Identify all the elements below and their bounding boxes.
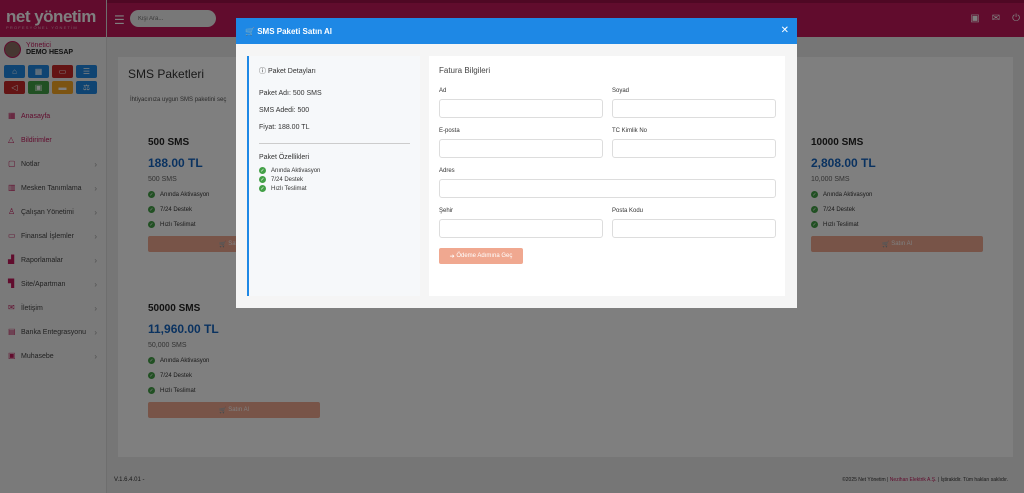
purchase-modal: 🛒 SMS Paketi Satın Al ✕ ⓘ Paket Detaylar… <box>236 18 797 308</box>
check-icon: ✓ <box>259 176 266 183</box>
billing-title: Fatura Bilgileri <box>439 66 491 75</box>
check-icon: ✓ <box>259 185 266 192</box>
first-name-field[interactable] <box>439 99 603 118</box>
modal-header: 🛒 SMS Paketi Satın Al <box>236 18 797 44</box>
detail-price: Fiyat: 188.00 TL <box>259 124 310 131</box>
close-icon[interactable]: ✕ <box>781 25 789 36</box>
tc-no-label: TC Kimlik No <box>612 128 648 134</box>
detail-package-name: Paket Adı: 500 SMS <box>259 90 322 97</box>
tc-no-field[interactable] <box>612 139 776 158</box>
divider <box>259 143 410 144</box>
city-label: Şehir <box>439 208 454 214</box>
proceed-payment-button[interactable]: ➔ Ödeme Adımına Geç <box>439 248 523 264</box>
modal-body: ⓘ Paket Detayları Paket Adı: 500 SMS SMS… <box>236 44 797 308</box>
postal-label: Posta Kodu <box>612 208 644 214</box>
arrow-right-icon: ➔ <box>449 253 457 260</box>
last-name-field[interactable] <box>612 99 776 118</box>
last-name-label: Soyad <box>612 88 630 94</box>
cart-icon: 🛒 <box>245 26 258 36</box>
address-label: Adres <box>439 168 455 174</box>
feature-item: ✓Hızlı Teslimat <box>259 185 307 192</box>
city-field[interactable] <box>439 219 603 238</box>
modal-title: SMS Paketi Satın Al <box>257 26 333 36</box>
feature-item: ✓7/24 Destek <box>259 176 304 183</box>
feature-item: ✓Anında Aktivasyon <box>259 167 321 174</box>
address-field[interactable] <box>439 179 776 198</box>
first-name-label: Ad <box>439 88 447 94</box>
email-label: E-posta <box>439 128 460 134</box>
postal-field[interactable] <box>612 219 776 238</box>
email-field[interactable] <box>439 139 603 158</box>
info-icon: ⓘ <box>259 68 268 75</box>
details-title: ⓘ Paket Detayları <box>259 68 316 75</box>
check-icon: ✓ <box>259 167 266 174</box>
billing-form: Fatura Bilgileri Ad Soyad E-posta TC Kim… <box>429 56 785 296</box>
detail-sms-count: SMS Adedi: 500 <box>259 107 310 114</box>
features-title: Paket Özellikleri <box>259 154 310 161</box>
package-details-panel: ⓘ Paket Detayları Paket Adı: 500 SMS SMS… <box>247 56 420 296</box>
